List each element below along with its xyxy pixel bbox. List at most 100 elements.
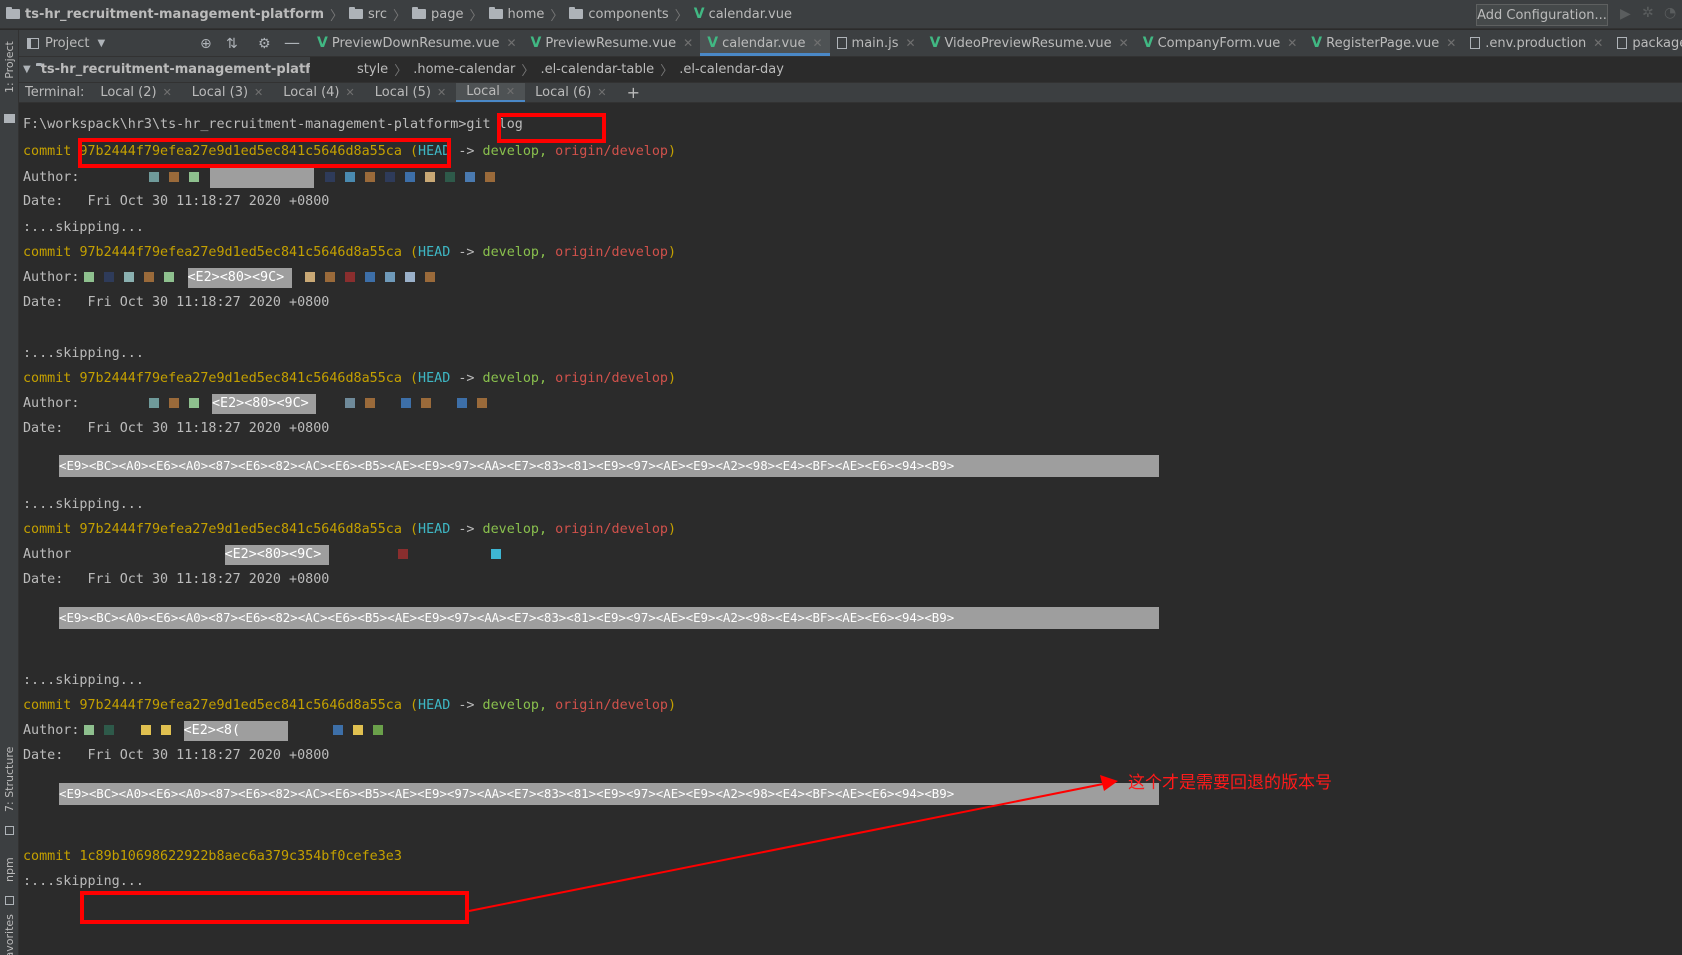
- terminal-output[interactable]: F:\workspack\hr3\ts-hr_recruitment-manag…: [19, 104, 1682, 955]
- author-line: Author:: [23, 168, 500, 188]
- vue-icon: V: [530, 35, 542, 51]
- editor-tab-register-page[interactable]: V RegisterPage.vue ✕: [1304, 30, 1463, 56]
- structure-icon: [5, 826, 14, 835]
- close-icon[interactable]: ✕: [1119, 36, 1129, 50]
- breadcrumb-home[interactable]: home: [488, 7, 544, 22]
- new-terminal-plus-icon[interactable]: +: [617, 83, 650, 102]
- close-icon[interactable]: ✕: [597, 86, 606, 99]
- terminal-label: Terminal:: [25, 85, 85, 100]
- close-icon[interactable]: ✕: [1287, 36, 1297, 50]
- terminal-tab[interactable]: Local (6) ✕: [525, 83, 616, 102]
- prompt-path: F:\workspack\hr3\ts-hr_recruitment-manag…: [23, 117, 467, 132]
- commit-hash: 97b2444f79efea27e9d1ed5ec841c5646d8a55ca: [79, 144, 402, 159]
- folder-icon: [412, 7, 427, 19]
- skipping-line: :...skipping...: [23, 220, 144, 235]
- project-tree-root[interactable]: ▼ ts-hr_recruitment-management-platform: [19, 57, 310, 82]
- editor-tab-env-production[interactable]: .env.production ✕: [1463, 30, 1610, 56]
- breadcrumb-separator: 〉: [674, 8, 688, 24]
- commit-hash: 97b2444f79efea27e9d1ed5ec841c5646d8a55ca: [79, 522, 402, 537]
- folder-icon: [6, 7, 20, 19]
- breadcrumb-separator: 〉: [550, 8, 564, 24]
- escaped-message-line: <E9><BC><A0><E6><A0><87><E6><82><AC><E6>…: [59, 455, 1159, 477]
- breadcrumb-page[interactable]: page: [412, 7, 463, 22]
- breadcrumb-separator: 〉: [330, 8, 344, 24]
- breadcrumb-src[interactable]: src: [349, 7, 387, 22]
- editor-tab-main-js[interactable]: main.js ✕: [830, 30, 923, 56]
- close-icon[interactable]: ✕: [1593, 36, 1603, 50]
- coverage-icon[interactable]: ◔: [1664, 5, 1676, 21]
- annotation-text: 这个才是需要回退的版本号: [1128, 773, 1332, 793]
- selector-item[interactable]: .el-calendar-day: [679, 62, 784, 77]
- selector-breadcrumb: style 〉 .home-calendar 〉 .el-calendar-tabl…: [310, 57, 1682, 82]
- terminal-tab[interactable]: Local (3) ✕: [182, 83, 273, 102]
- author-line: Author: <E2><8(: [23, 721, 388, 741]
- close-icon[interactable]: ✕: [506, 36, 516, 50]
- terminal-tab[interactable]: Local (2) ✕: [90, 83, 181, 102]
- terminal-tab-active[interactable]: Local ✕: [456, 83, 526, 102]
- add-configuration-button[interactable]: Add Configuration...: [1476, 4, 1608, 26]
- project-tool-tab[interactable]: 1: Project: [0, 32, 19, 102]
- prompt-line: F:\workspack\hr3\ts-hr_recruitment-manag…: [23, 115, 523, 135]
- editor-tab-company-form[interactable]: V CompanyForm.vue ✕: [1136, 30, 1305, 56]
- breadcrumb-components[interactable]: components: [569, 7, 669, 22]
- commit-hash: 97b2444f79efea27e9d1ed5ec841c5646d8a55ca: [79, 698, 402, 713]
- skipping-line: :...skipping...: [23, 497, 144, 512]
- run-icon[interactable]: ▶: [1620, 6, 1631, 22]
- close-icon[interactable]: ✕: [163, 86, 172, 99]
- expand-arrow-icon[interactable]: ▼: [23, 64, 31, 75]
- selector-item[interactable]: .el-calendar-table: [540, 62, 654, 77]
- vue-icon: V: [929, 35, 941, 51]
- commit-line: commit 97b2444f79efea27e9d1ed5ec841c5646…: [23, 371, 677, 386]
- redacted-escape: <E2><80><9C>: [187, 268, 292, 288]
- editor-tab-video-preview-resume[interactable]: V VideoPreviewResume.vue ✕: [923, 30, 1136, 56]
- folder-icon: [349, 7, 364, 19]
- breadcrumb-project[interactable]: ts-hr_recruitment-management-platform: [6, 7, 324, 22]
- commit-line: commit 97b2444f79efea27e9d1ed5ec841c5646…: [23, 522, 677, 537]
- vue-icon: V: [317, 35, 328, 51]
- terminal-tab-bar: Terminal: Local (2) ✕ Local (3) ✕ Local (4…: [19, 82, 1682, 103]
- editor-tab-preview-down-resume[interactable]: V PreviewDownResume.vue ✕: [310, 30, 524, 56]
- commit-line: commit 97b2444f79efea27e9d1ed5ec841c5646…: [23, 144, 677, 159]
- collapse-icon[interactable]: ⇅: [226, 36, 238, 52]
- close-icon[interactable]: ✕: [437, 86, 446, 99]
- folder-icon: [569, 7, 584, 19]
- selector-item[interactable]: .home-calendar: [413, 62, 515, 77]
- close-icon[interactable]: ✕: [812, 36, 822, 50]
- redacted-escape: <E2><8(: [183, 721, 288, 741]
- terminal-tab[interactable]: Local (4) ✕: [273, 83, 364, 102]
- editor-tab-preview-resume[interactable]: V PreviewResume.vue ✕: [524, 30, 701, 56]
- npm-icon: [5, 896, 14, 905]
- js-file-icon: [836, 37, 847, 49]
- debug-icon[interactable]: ✲: [1642, 5, 1654, 21]
- close-icon[interactable]: ✕: [1446, 36, 1456, 50]
- gear-icon[interactable]: ⚙: [258, 36, 271, 52]
- vue-icon: V: [1142, 35, 1154, 51]
- close-icon[interactable]: ✕: [506, 85, 515, 98]
- redacted-escape: <E2><80><9C>: [224, 545, 329, 565]
- commit-line: commit 97b2444f79efea27e9d1ed5ec841c5646…: [23, 245, 677, 260]
- minimize-icon[interactable]: —: [284, 33, 300, 52]
- npm-tool-tab[interactable]: npm: [0, 848, 19, 892]
- terminal-tab[interactable]: Local (5) ✕: [365, 83, 456, 102]
- breadcrumb-calendar-vue[interactable]: Vcalendar.vue: [694, 6, 792, 22]
- favorites-tool-tab[interactable]: 2: Favorites: [0, 910, 19, 955]
- editor-tab-calendar[interactable]: Vcalendar.vue ✕: [700, 30, 830, 56]
- close-icon[interactable]: ✕: [254, 86, 263, 99]
- project-view-icon: [27, 37, 39, 49]
- author-line: Author: <E2><80><9C>: [23, 268, 440, 288]
- selector-item[interactable]: style: [357, 62, 388, 77]
- commit-hash: 97b2444f79efea27e9d1ed5ec841c5646d8a55ca: [79, 371, 402, 386]
- structure-tool-tab[interactable]: 7: Structure: [0, 738, 19, 820]
- close-icon[interactable]: ✕: [346, 86, 355, 99]
- left-tool-strip: 1: Project 7: Structure npm 2: Favorites: [0, 30, 19, 955]
- author-line: Author <E2><80><9C>: [23, 545, 506, 565]
- close-icon[interactable]: ✕: [683, 36, 693, 50]
- project-view-dropdown[interactable]: Project: [45, 36, 89, 51]
- chevron-down-icon[interactable]: ▼: [97, 38, 105, 49]
- vue-icon: V: [1311, 35, 1323, 51]
- editor-tab-package-json[interactable]: package.json✕: [1610, 30, 1682, 56]
- locate-icon[interactable]: ⊕: [200, 36, 212, 52]
- breadcrumb-separator: 〉: [469, 8, 483, 24]
- commit-hash: 97b2444f79efea27e9d1ed5ec841c5646d8a55ca: [79, 245, 402, 260]
- close-icon[interactable]: ✕: [906, 36, 916, 50]
